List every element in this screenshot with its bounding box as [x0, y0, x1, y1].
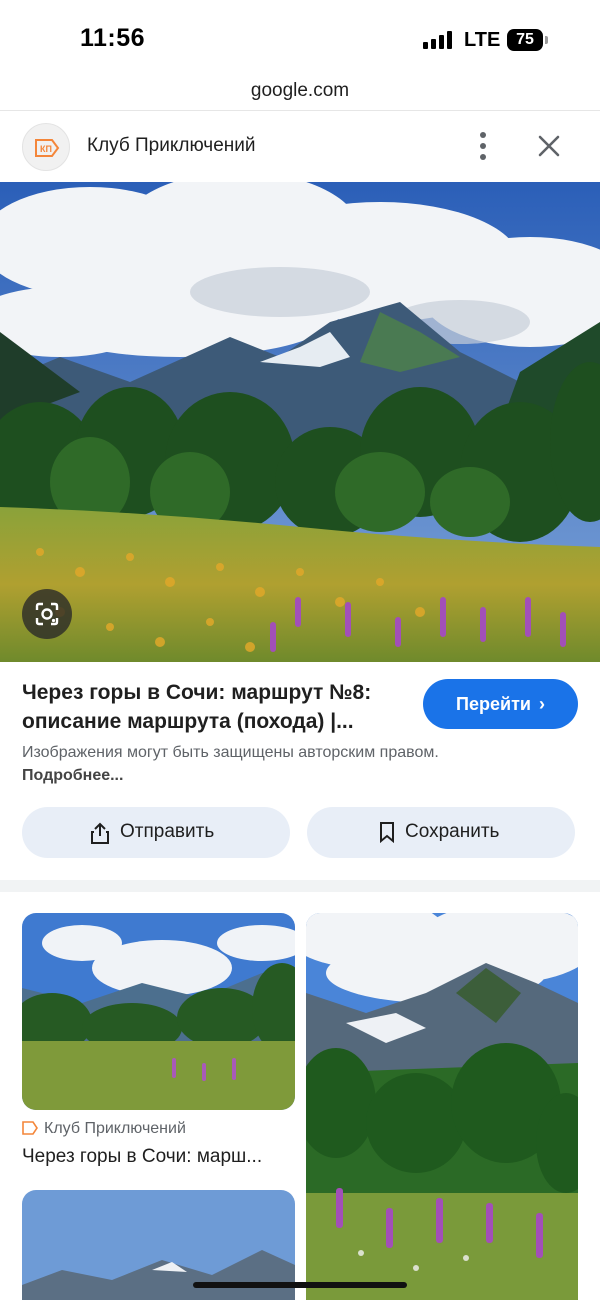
- save-button[interactable]: Сохранить: [307, 807, 575, 858]
- home-indicator[interactable]: [193, 1282, 407, 1288]
- logo-text: КП: [40, 144, 52, 154]
- preview-image[interactable]: [0, 182, 600, 662]
- related-item-source[interactable]: Клуб Приключений: [22, 1120, 186, 1138]
- visit-button-label: Перейти: [456, 694, 531, 714]
- battery-level: 75: [516, 31, 534, 48]
- bookmark-icon: [380, 822, 394, 843]
- copyright-text: Изображения могут быть защищены авторски…: [22, 744, 439, 761]
- chevron-right-icon: ›: [538, 694, 545, 714]
- divider: [0, 110, 600, 111]
- share-icon: [91, 822, 109, 844]
- url-bar[interactable]: google.com: [0, 80, 600, 102]
- close-button[interactable]: [532, 129, 566, 163]
- more-vert-icon: [480, 132, 486, 138]
- cellular-signal-icon: [423, 31, 453, 49]
- source-header: КП Клуб Приключений: [0, 120, 600, 180]
- battery-cap: [545, 36, 548, 44]
- status-bar: 11:56 LTE 75: [0, 0, 600, 72]
- status-time: 11:56: [80, 24, 146, 52]
- copyright-learn-more-link[interactable]: Подробнее...: [22, 767, 123, 784]
- more-options-button[interactable]: [468, 128, 498, 164]
- save-label: Сохранить: [405, 821, 500, 842]
- section-divider: [0, 880, 600, 892]
- related-image-thumbnail[interactable]: [306, 913, 578, 1300]
- visit-button[interactable]: Перейти ›: [423, 679, 578, 729]
- related-image-thumbnail[interactable]: [22, 913, 295, 1110]
- google-lens-button[interactable]: [22, 589, 72, 639]
- source-logo-icon: [22, 1121, 38, 1135]
- related-item-source-label: Клуб Приключений: [44, 1120, 186, 1137]
- google-lens-icon: [35, 602, 59, 626]
- related-item-title[interactable]: Через горы в Сочи: марш...: [22, 1146, 295, 1168]
- result-title[interactable]: Через горы в Сочи: маршрут №8: описание …: [22, 678, 402, 736]
- battery-icon: 75: [507, 29, 543, 51]
- network-type: LTE: [464, 29, 501, 51]
- source-logo[interactable]: КП: [22, 123, 70, 171]
- close-icon: [538, 135, 560, 157]
- share-button[interactable]: Отправить: [22, 807, 290, 858]
- share-label: Отправить: [120, 821, 215, 842]
- copyright-notice: Изображения могут быть защищены авторски…: [22, 741, 442, 787]
- source-name[interactable]: Клуб Приключений: [87, 135, 256, 157]
